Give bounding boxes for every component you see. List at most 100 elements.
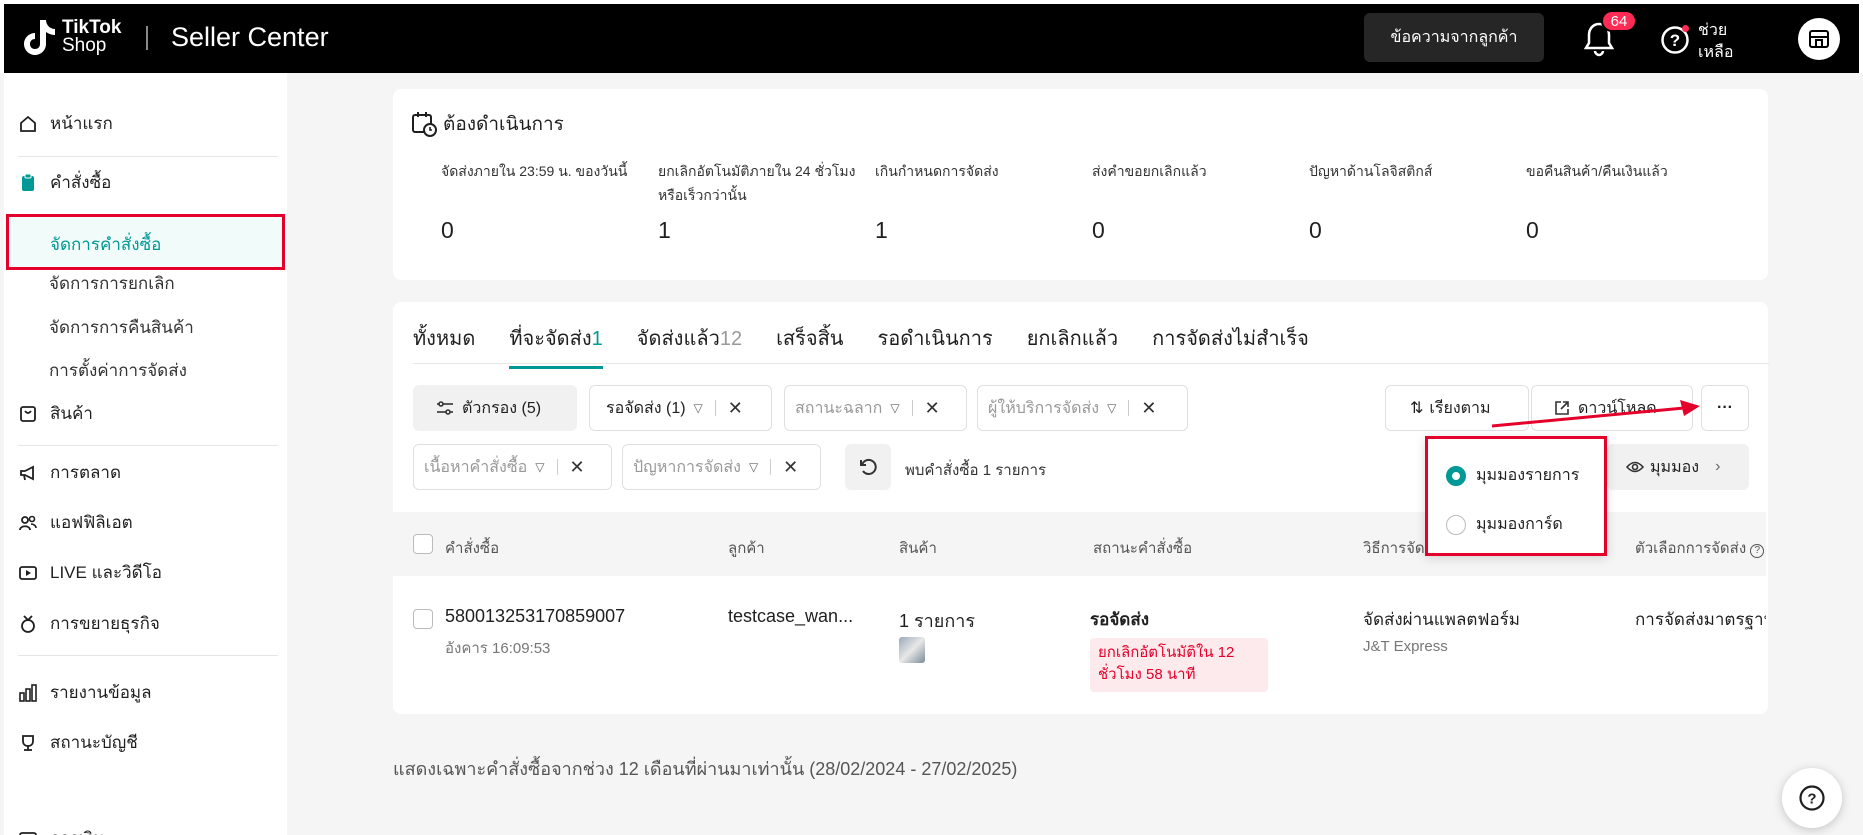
todo-item-value: 0 xyxy=(1092,217,1105,243)
chart-icon xyxy=(19,683,37,702)
reset-button[interactable] xyxy=(845,444,891,490)
list-view-option[interactable]: มุมมองรายการ xyxy=(1446,463,1579,488)
chevron-right-icon: › xyxy=(1715,458,1721,475)
sidebar-item-home[interactable]: หน้าแรก xyxy=(18,110,113,137)
todo-title-text: ต้องดำเนินการ xyxy=(443,114,564,135)
sidebar-item-manage-returns[interactable]: จัดการการคืนสินค้า xyxy=(49,314,194,341)
sidebar-item-manage-cancellations[interactable]: จัดการการยกเลิก xyxy=(49,270,175,297)
customer-messages-button[interactable]: ข้อความจากลูกค้า xyxy=(1364,13,1544,62)
order-status-tabs: ทั้งหมด ที่จะจัดส่ง1 จัดส่งแล้ว12 เสร็จส… xyxy=(413,322,1343,369)
todo-item[interactable]: ปัญหาด้านโลจิสติกส์ 0 xyxy=(1309,159,1514,243)
help-button[interactable]: ? ช่วย เหลือ xyxy=(1660,20,1733,64)
todo-item[interactable]: จัดส่งภายใน 23:59 น. ของวันนี้ 0 xyxy=(441,159,646,243)
todo-item-value: 0 xyxy=(1309,217,1322,243)
top-bar: TikTok Shop Seller Center ข้อความจากลูกค… xyxy=(0,0,1863,73)
megaphone-icon xyxy=(20,465,34,480)
sort-button-label: เรียงตาม xyxy=(1429,399,1491,417)
tab-completed[interactable]: เสร็จสิ้น xyxy=(776,322,843,369)
column-header-order: คำสั่งซื้อ xyxy=(445,540,500,557)
todo-item-label: จัดส่งภายใน 23:59 น. ของวันนี้ xyxy=(441,163,628,179)
view-mode-popup: มุมมองรายการ มุมมองการ์ด xyxy=(1425,436,1607,556)
sidebar-item-label: สินค้า xyxy=(50,404,93,423)
todo-card: ต้องดำเนินการ จัดส่งภายใน 23:59 น. ของวั… xyxy=(393,89,1768,280)
tab-to-ship[interactable]: ที่จะจัดส่ง1 xyxy=(509,322,603,369)
sidebar-item-reports[interactable]: รายงานข้อมูล xyxy=(18,679,152,706)
shipping-issue-select[interactable]: ปัญหาการจัดส่ง ▽ ✕ xyxy=(622,444,821,490)
customer-name[interactable]: testcase_wan... xyxy=(728,606,853,627)
date-range-note: แสดงเฉพาะคำสั่งซื้อจากช่วง 12 เดือนที่ผ่… xyxy=(393,759,1018,779)
tiktok-logo-icon xyxy=(24,20,55,55)
product-thumbnail[interactable] xyxy=(899,637,925,663)
tab-failed-delivery[interactable]: การจัดส่งไม่สำเร็จ xyxy=(1152,322,1309,369)
todo-item-label: ยกเลิกอัตโนมัติภายใน 24 ชั่วโมงหรือเร็วก… xyxy=(658,163,856,203)
tab-shipped[interactable]: จัดส่งแล้ว12 xyxy=(637,322,742,369)
sidebar-item-label: แอฟฟิลิเอต xyxy=(50,513,133,532)
calendar-clock-icon xyxy=(412,112,437,137)
view-button[interactable]: มุมมอง › xyxy=(1607,444,1749,490)
status-filter-select[interactable]: รอจัดส่ง (1) ▽ ✕ xyxy=(589,385,772,431)
todo-item-label: ปัญหาด้านโลจิสติกส์ xyxy=(1309,163,1433,179)
sort-icon: ⇅ xyxy=(1410,400,1424,417)
radio-selected-icon xyxy=(1446,465,1466,486)
todo-item[interactable]: ยกเลิกอัตโนมัติภายใน 24 ชั่วโมงหรือเร็วก… xyxy=(658,159,863,243)
chevron-down-icon: ▽ xyxy=(535,460,545,474)
sidebar-item-label: การขยายธุรกิจ xyxy=(50,614,160,633)
product-count[interactable]: 1 รายการ xyxy=(899,606,975,635)
todo-item-value: 0 xyxy=(1526,217,1539,243)
annotation-arrow-icon xyxy=(1491,400,1700,428)
refresh-icon xyxy=(860,458,877,475)
sidebar-item-shipping-settings[interactable]: การตั้งค่าการจัดส่ง xyxy=(49,357,187,384)
floating-help-button[interactable]: ? xyxy=(1782,768,1842,828)
clear-icon[interactable]: ✕ xyxy=(783,457,798,478)
tab-cancelled[interactable]: ยกเลิกแล้ว xyxy=(1027,322,1118,369)
orders-icon xyxy=(22,173,34,191)
todo-item-value: 0 xyxy=(441,217,454,243)
sidebar-item-orders[interactable]: คำสั่งซื้อ xyxy=(18,169,111,196)
filter-button[interactable]: ตัวกรอง (5) xyxy=(413,385,577,431)
shipping-method: จัดส่งผ่านแพลตฟอร์ม xyxy=(1363,610,1521,629)
clear-icon[interactable]: ✕ xyxy=(1141,398,1156,419)
order-time: อังคาร 16:09:53 xyxy=(445,640,551,657)
wallet-icon xyxy=(19,831,37,835)
sidebar-item-account-status[interactable]: สถานะบัญชี xyxy=(18,729,138,756)
sidebar-item-label: คำสั่งซื้อ xyxy=(50,173,112,192)
sidebar-item-manage-orders[interactable]: จัดการคำสั่งซื้อ xyxy=(6,214,285,270)
clear-icon[interactable]: ✕ xyxy=(570,457,585,478)
clear-icon[interactable]: ✕ xyxy=(728,398,743,419)
sidebar-item-finance[interactable]: การเงิน xyxy=(18,825,105,835)
sidebar-item-live-video[interactable]: LIVE และวิดีโอ xyxy=(18,559,162,586)
store-avatar[interactable] xyxy=(1798,18,1840,60)
row-checkbox[interactable] xyxy=(413,609,433,629)
todo-item-label: ขอคืนสินค้า/คืนเงินแล้ว xyxy=(1526,163,1668,179)
todo-item[interactable]: ขอคืนสินค้า/คืนเงินแล้ว 0 xyxy=(1526,159,1731,243)
help-label-line2: เหลือ xyxy=(1698,44,1734,61)
store-icon xyxy=(1809,30,1829,48)
order-content-select[interactable]: เนื้อหาคำสั่งซื้อ ▽ ✕ xyxy=(413,444,612,490)
svg-text:?: ? xyxy=(1807,791,1816,808)
tab-pending[interactable]: รอดำเนินการ xyxy=(877,322,992,369)
sidebar-item-products[interactable]: สินค้า xyxy=(18,400,93,427)
sidebar-item-label: การเงิน xyxy=(50,825,105,835)
select-all-checkbox[interactable] xyxy=(413,534,433,554)
clear-icon[interactable]: ✕ xyxy=(925,398,940,419)
todo-title: ต้องดำเนินการ xyxy=(411,109,564,139)
todo-item[interactable]: ส่งคำขอยกเลิกแล้ว 0 xyxy=(1092,159,1297,243)
todo-item[interactable]: เกินกำหนดการจัดส่ง 1 xyxy=(875,159,1080,243)
sidebar: หน้าแรก คำสั่งซื้อ จัดการคำสั่งซื้อ จัดก… xyxy=(4,73,287,835)
result-count: พบคำสั่งซื้อ 1 รายการ xyxy=(905,462,1047,479)
sidebar-item-marketing[interactable]: การตลาด xyxy=(18,459,121,486)
carrier-select[interactable]: ผู้ให้บริการจัดส่ง ▽ ✕ xyxy=(977,385,1188,431)
help-icon: ? xyxy=(1799,785,1825,811)
sidebar-item-label: LIVE และวิดีโอ xyxy=(50,563,163,582)
order-id-link[interactable]: 580013253170859007 xyxy=(445,606,625,627)
tab-all[interactable]: ทั้งหมด xyxy=(413,322,475,369)
shipping-issue-placeholder: ปัญหาการจัดส่ง xyxy=(633,458,741,476)
sidebar-item-business-growth[interactable]: การขยายธุรกิจ xyxy=(18,610,160,637)
more-options-button[interactable]: ··· xyxy=(1701,385,1749,431)
tiktok-shop-logo[interactable]: TikTok Shop xyxy=(22,18,121,56)
card-view-option[interactable]: มุมมองการ์ด xyxy=(1446,512,1563,537)
logo-text-shop: Shop xyxy=(62,35,107,56)
label-status-select[interactable]: สถานะฉลาก ▽ ✕ xyxy=(784,385,967,431)
sidebar-item-affiliate[interactable]: แอฟฟิลิเอต xyxy=(18,509,133,536)
products-icon xyxy=(20,405,36,422)
